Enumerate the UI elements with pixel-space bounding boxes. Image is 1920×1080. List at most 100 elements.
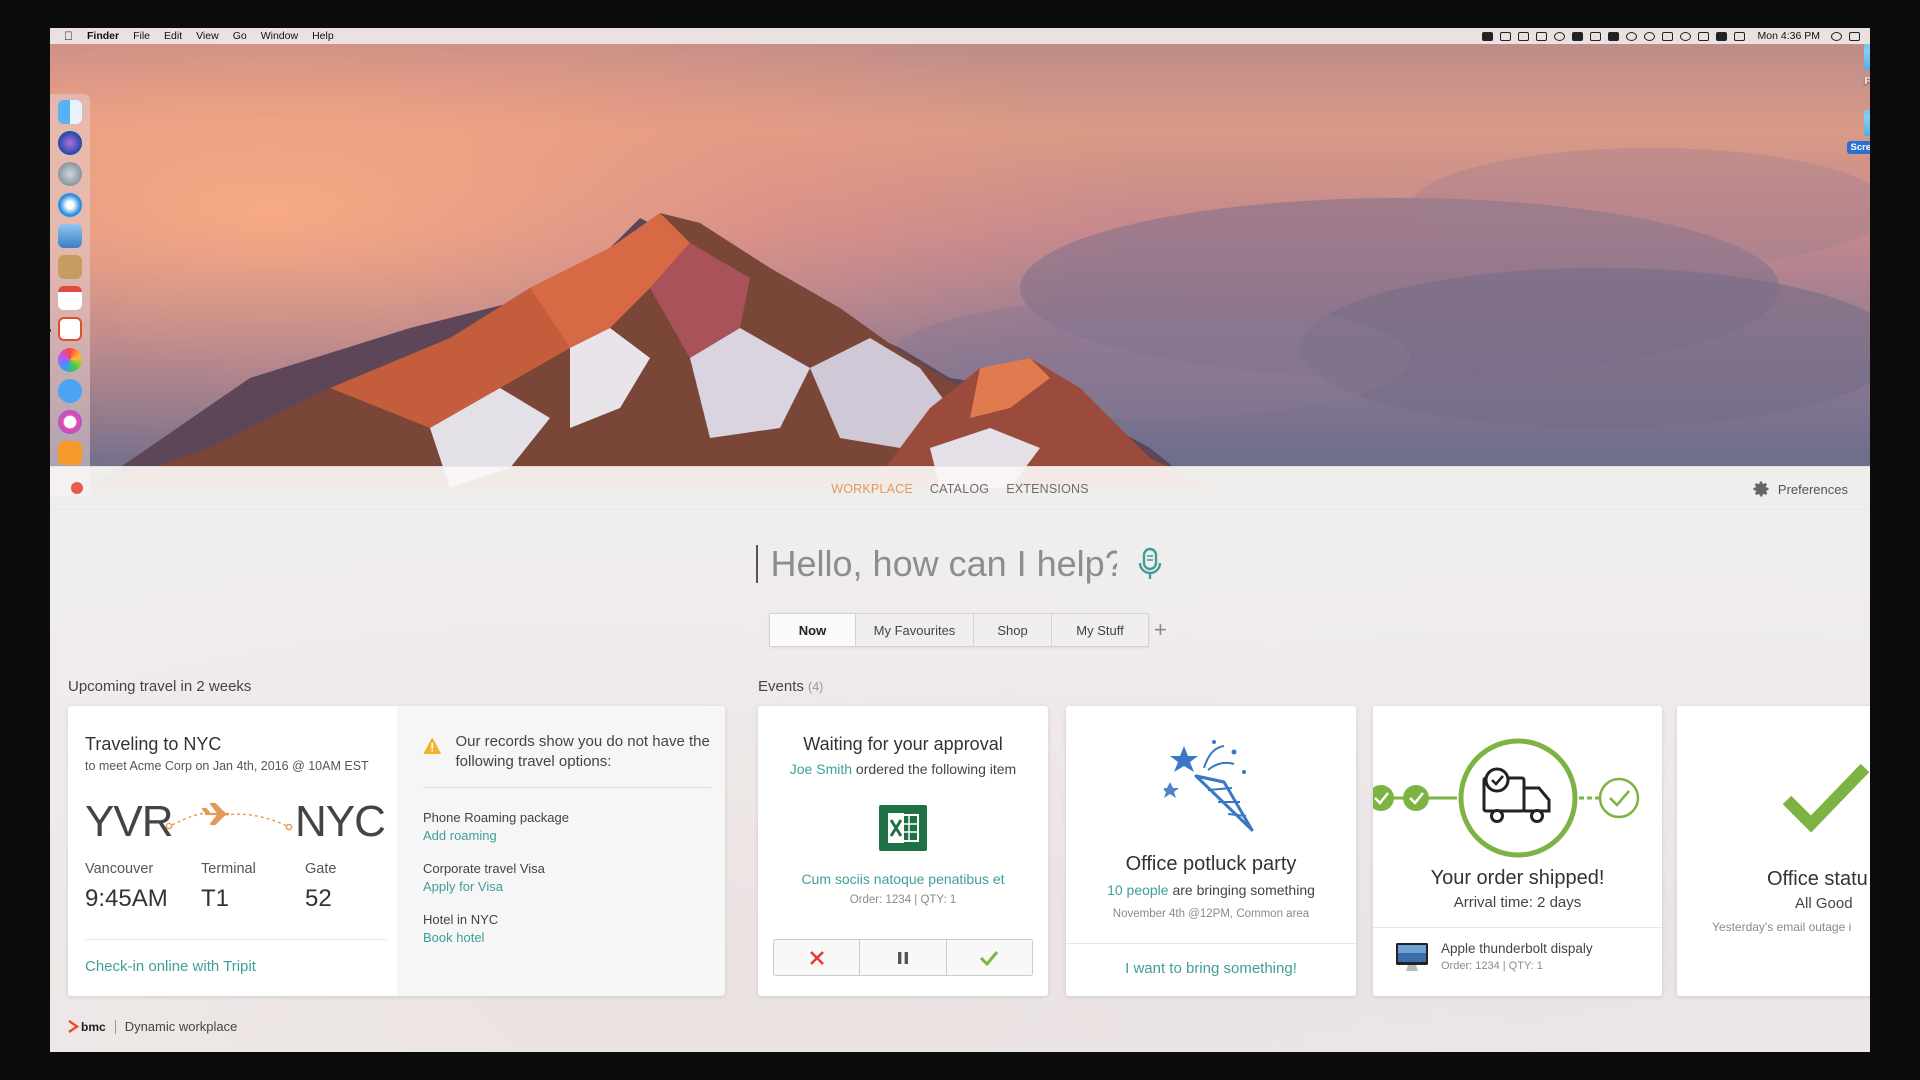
launchpad-icon[interactable] <box>58 162 82 186</box>
main-nav: WORKPLACE CATALOG EXTENSIONS <box>50 467 1870 510</box>
option-title: Phone Roaming package <box>423 810 569 825</box>
approve-button[interactable] <box>947 940 1032 975</box>
office-status-meta: Yesterday's email outage i <box>1712 920 1852 934</box>
travel-card: Traveling to NYC to meet Acme Corp on Ja… <box>68 706 725 996</box>
travel-options-panel: Our records show you do not have the fol… <box>397 706 725 996</box>
brand-name: bmc <box>81 1019 106 1034</box>
ordered-item-link[interactable]: Cum sociis natoque penatibus et <box>758 871 1048 887</box>
option-title: Hotel in NYC <box>423 912 499 927</box>
airplay-icon[interactable] <box>1661 31 1673 41</box>
status-app-icon[interactable] <box>1553 31 1565 41</box>
contacts-icon[interactable] <box>58 255 82 279</box>
origin-airport-code: YVR <box>85 797 173 846</box>
events-title: Events <box>758 678 804 695</box>
nav-workplace[interactable]: WORKPLACE <box>831 482 913 496</box>
warning-icon <box>423 737 441 755</box>
itunes-icon[interactable] <box>58 410 82 434</box>
tab-my-stuff[interactable]: My Stuff <box>1052 614 1148 646</box>
finder-icon[interactable] <box>58 100 82 124</box>
checkin-link[interactable]: Check-in online with Tripit <box>85 958 256 975</box>
menu-clock[interactable]: Mon 4:36 PM <box>1758 30 1820 42</box>
mail-icon[interactable] <box>58 224 82 248</box>
assistant-search <box>50 539 1870 589</box>
status-app-icon[interactable] <box>1481 31 1493 41</box>
divider <box>1066 943 1356 944</box>
excel-icon <box>879 805 927 851</box>
add-tab-button[interactable]: + <box>1154 619 1167 641</box>
divider <box>85 939 387 940</box>
menu-edit[interactable]: Edit <box>164 30 182 42</box>
menu-go[interactable]: Go <box>233 30 247 42</box>
gear-icon <box>1753 481 1769 497</box>
pause-button[interactable] <box>860 940 947 975</box>
nav-extensions[interactable]: EXTENSIONS <box>1006 482 1089 496</box>
travel-subtitle: to meet Acme Corp on Jan 4th, 2016 @ 10A… <box>85 759 369 773</box>
desktop-folder-icon[interactable]: Folder <box>1844 44 1870 89</box>
divider <box>114 1019 116 1034</box>
volume-icon[interactable] <box>1697 31 1709 41</box>
reject-button[interactable] <box>774 940 861 975</box>
monitor-icon <box>1396 943 1428 971</box>
people-link[interactable]: 10 people <box>1107 882 1169 898</box>
desktop-screenshots-icon[interactable]: Screenshots <box>1844 110 1870 155</box>
siri-icon[interactable] <box>58 131 82 155</box>
shipped-card: Your order shipped! Arrival time: 2 days… <box>1373 706 1662 996</box>
preferences-label: Preferences <box>1777 481 1848 497</box>
nav-catalog[interactable]: CATALOG <box>930 482 989 496</box>
add-roaming-link[interactable]: Add roaming <box>423 828 711 843</box>
status-app-icon[interactable] <box>1499 31 1511 41</box>
plane-icon <box>165 802 293 831</box>
safari-icon[interactable] <box>58 193 82 217</box>
menu-file[interactable]: File <box>133 30 150 42</box>
preferences-button[interactable]: Preferences <box>1751 479 1848 499</box>
office-status-title: Office statu <box>1767 868 1868 890</box>
book-hotel-link[interactable]: Book hotel <box>423 930 711 945</box>
status-app-icon[interactable] <box>1571 31 1583 41</box>
status-app-icon[interactable] <box>1607 31 1619 41</box>
keyboard-input-icon[interactable] <box>1733 31 1745 41</box>
product-order-meta: Order: 1234 | QTY: 1 <box>1441 960 1543 972</box>
approval-subtitle: Joe Smith ordered the following item <box>758 761 1048 777</box>
photos-icon[interactable] <box>58 348 82 372</box>
tab-shop[interactable]: Shop <box>974 614 1052 646</box>
spotlight-search-icon[interactable] <box>1831 31 1842 41</box>
menu-app-name[interactable]: Finder <box>87 30 119 42</box>
ibooks-icon[interactable] <box>58 441 82 465</box>
gate-value: 52 <box>305 885 332 912</box>
option-title: Corporate travel Visa <box>423 861 545 876</box>
apple-logo-icon[interactable]:  <box>64 29 73 43</box>
status-app-icon[interactable] <box>1589 31 1601 41</box>
footer-label: Dynamic workplace <box>124 1019 238 1034</box>
messages-icon[interactable] <box>58 379 82 403</box>
menu-help[interactable]: Help <box>312 30 334 42</box>
notification-center-icon[interactable] <box>1849 31 1860 41</box>
approval-title: Waiting for your approval <box>803 734 1003 754</box>
menu-window[interactable]: Window <box>261 30 298 42</box>
status-app-icon[interactable] <box>1643 31 1655 41</box>
status-app-icon[interactable] <box>1625 31 1637 41</box>
product-name-link[interactable]: Apple thunderbolt dispaly <box>1441 941 1593 956</box>
travel-details: Traveling to NYC to meet Acme Corp on Ja… <box>68 706 397 996</box>
tab-now[interactable]: Now <box>770 614 856 646</box>
wifi-icon[interactable] <box>1679 31 1691 41</box>
status-app-icon[interactable] <box>1517 31 1529 41</box>
departure-city: Vancouver <box>85 861 154 877</box>
bmc-workplace-window: WORKPLACE CATALOG EXTENSIONS Preferences <box>50 466 1870 1052</box>
requester-link[interactable]: Joe Smith <box>790 761 852 777</box>
battery-icon[interactable] <box>1715 31 1727 41</box>
microphone-icon[interactable] <box>1135 546 1165 582</box>
folder-icon <box>1864 44 1870 70</box>
approval-actions <box>773 939 1033 976</box>
menu-view[interactable]: View <box>196 30 219 42</box>
tab-my-favourites[interactable]: My Favourites <box>856 614 974 646</box>
app-footer: bmc Dynamic workplace <box>68 1019 237 1034</box>
bmc-app-icon[interactable] <box>50 317 82 341</box>
status-app-icon[interactable] <box>1535 31 1547 41</box>
calendar-icon[interactable] <box>58 286 82 310</box>
assistant-search-input[interactable] <box>770 543 1117 585</box>
apply-visa-link[interactable]: Apply for Visa <box>423 879 711 894</box>
desktop-icon-label: Folder <box>1864 76 1870 87</box>
travel-option: Corporate travel Visa Apply for Visa <box>423 861 711 894</box>
bring-something-link[interactable]: I want to bring something! <box>1066 960 1356 977</box>
bmc-logo: bmc <box>68 1020 106 1034</box>
